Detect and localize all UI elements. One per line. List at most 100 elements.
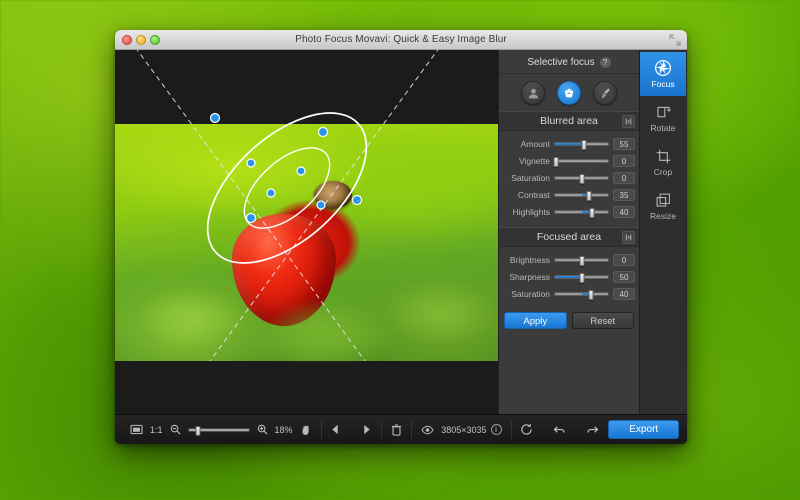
slider-track[interactable]: [554, 256, 609, 266]
image-info: 3805×3035 i: [412, 415, 510, 444]
navigation-controls: [321, 415, 381, 444]
panel-actions: Apply Reset: [499, 309, 639, 329]
slider-label: Saturation: [511, 289, 550, 299]
tab-resize[interactable]: Resize: [640, 184, 686, 228]
traffic-light-controls: [115, 34, 160, 45]
apply-button[interactable]: Apply: [504, 312, 567, 329]
slider-value[interactable]: 40: [613, 206, 635, 218]
rotate-icon: [656, 106, 671, 117]
dimensions-label: 3805×3035: [441, 424, 487, 435]
crop-icon: [656, 149, 670, 163]
slider-label: Sharpness: [509, 272, 550, 282]
image-canvas[interactable]: [115, 50, 498, 414]
title-bar: Photo Focus Movavi: Quick & Easy Image B…: [115, 30, 687, 50]
blurred-area-reset-icon[interactable]: [622, 115, 635, 128]
blurred-area-sliders: Amount 55 Vignette 0 Saturation 0 Contra…: [499, 131, 639, 227]
refresh-icon[interactable]: [520, 423, 533, 436]
zoom-controls: 1:1 18%: [121, 415, 321, 444]
file-controls: [382, 415, 411, 444]
zoom-button[interactable]: [150, 34, 160, 45]
tool-tabs: Focus Rotate Crop Resize: [639, 50, 686, 414]
slider-label: Saturation: [511, 173, 550, 183]
focus-mode-buttons: [499, 74, 639, 111]
tab-label: Resize: [650, 210, 676, 221]
blurred-area-header: Blurred area: [499, 111, 639, 131]
hand-tool-icon[interactable]: [300, 424, 312, 436]
tab-crop[interactable]: Crop: [640, 140, 686, 184]
slider-value[interactable]: 55: [613, 138, 635, 150]
slider-saturation-blurred[interactable]: Saturation 0: [502, 170, 635, 186]
focused-area-sliders: Brightness 0 Sharpness 50 Saturation 40: [499, 247, 639, 309]
brush-mode-button[interactable]: [593, 81, 617, 105]
slider-vignette[interactable]: Vignette 0: [502, 153, 635, 169]
redo-icon[interactable]: [586, 424, 599, 436]
info-icon[interactable]: i: [490, 424, 502, 435]
slider-value[interactable]: 50: [613, 271, 635, 283]
slider-track[interactable]: [554, 191, 609, 201]
portrait-mode-button[interactable]: [521, 81, 545, 105]
panel-header: Selective focus ?: [499, 52, 639, 74]
photo-strawberry-snail: [115, 124, 498, 361]
tab-label: Crop: [653, 166, 673, 177]
slider-label: Vignette: [518, 156, 550, 166]
trash-icon[interactable]: [391, 423, 402, 436]
slider-track[interactable]: [554, 208, 609, 218]
flower-icon: [564, 88, 574, 98]
resize-icon: [656, 193, 670, 207]
handle-outer-top-left: [209, 112, 221, 124]
slider-value[interactable]: 0: [613, 172, 635, 184]
slider-value[interactable]: 40: [613, 288, 635, 300]
slider-sharpness[interactable]: Sharpness 50: [502, 269, 635, 285]
history-controls: [511, 415, 608, 444]
panel-empty-space: [499, 329, 639, 414]
slider-track[interactable]: [553, 157, 609, 167]
tab-focus[interactable]: Focus: [640, 52, 686, 96]
help-icon[interactable]: ?: [599, 57, 611, 68]
window-body: Selective focus ? Blurred area Amount 55…: [115, 50, 687, 414]
blurred-area-title: Blurred area: [540, 115, 598, 127]
slider-track[interactable]: [554, 290, 609, 300]
slider-label: Amount: [520, 139, 550, 149]
slider-track[interactable]: [554, 273, 609, 283]
slider-contrast[interactable]: Contrast 35: [502, 187, 635, 203]
fit-to-screen-icon[interactable]: [130, 424, 143, 435]
tab-label: Rotate: [650, 122, 676, 133]
zoom-in-icon[interactable]: [257, 424, 268, 435]
next-icon[interactable]: [362, 424, 372, 435]
slider-value[interactable]: 0: [613, 155, 635, 167]
export-button[interactable]: Export: [608, 420, 680, 439]
slider-value[interactable]: 35: [613, 189, 635, 201]
slider-value[interactable]: 0: [613, 254, 635, 266]
brush-icon: [601, 88, 610, 98]
bottom-toolbar: 1:1 18% 3805×3035 i Export: [115, 414, 687, 444]
slider-saturation-focused[interactable]: Saturation 40: [502, 286, 635, 302]
zoom-level-label: 18%: [274, 424, 293, 435]
leaf-foreground: [115, 251, 498, 361]
zoom-out-icon[interactable]: [170, 424, 181, 435]
previous-icon[interactable]: [330, 424, 340, 435]
slider-amount[interactable]: Amount 55: [502, 136, 635, 152]
focused-area-title: Focused area: [536, 231, 602, 243]
reset-button[interactable]: Reset: [571, 312, 634, 329]
minimize-button[interactable]: [136, 34, 146, 45]
slider-brightness[interactable]: Brightness 0: [502, 252, 635, 268]
flower-mode-button[interactable]: [557, 81, 581, 105]
zoom-slider[interactable]: [187, 425, 250, 436]
aperture-icon: [654, 59, 672, 77]
slider-label: Highlights: [512, 207, 550, 217]
undo-icon[interactable]: [553, 424, 566, 436]
image-dimensions: 3805×3035 i: [441, 424, 502, 435]
tab-rotate[interactable]: Rotate: [640, 96, 686, 140]
app-window: Photo Focus Movavi: Quick & Easy Image B…: [115, 30, 687, 444]
slider-track[interactable]: [554, 174, 609, 184]
focused-area-header: Focused area: [499, 227, 639, 247]
focused-area-reset-icon[interactable]: [622, 231, 635, 244]
one-to-one-button[interactable]: 1:1: [150, 425, 163, 435]
panel-title: Selective focus: [527, 57, 595, 68]
slider-highlights[interactable]: Highlights 40: [502, 204, 635, 220]
fullscreen-arrows-icon[interactable]: [669, 34, 681, 46]
close-button[interactable]: [122, 34, 132, 45]
tab-label: Focus: [651, 79, 675, 89]
eye-icon[interactable]: [421, 425, 434, 435]
slider-track[interactable]: [554, 140, 609, 150]
